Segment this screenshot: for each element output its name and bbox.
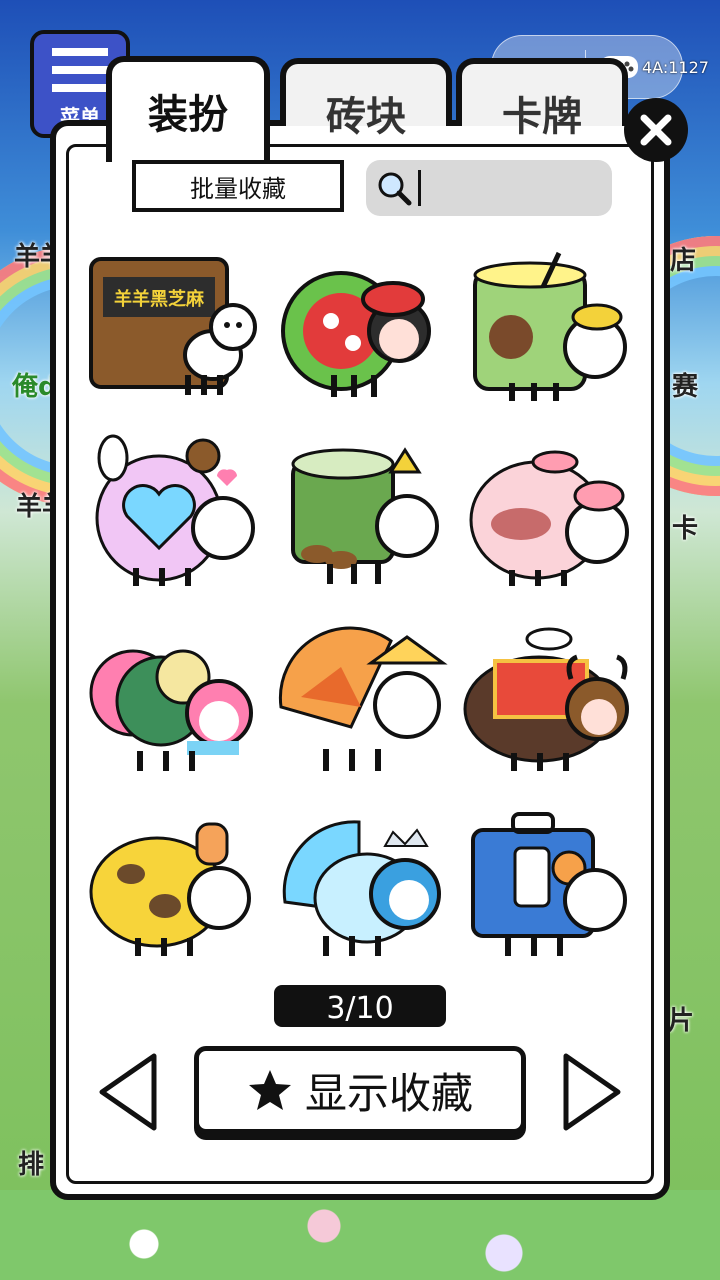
pig-bowl-sheep-image: [469, 450, 629, 586]
tab-label: 装扮: [148, 92, 228, 138]
skin-item[interactable]: [266, 606, 454, 791]
skin-item[interactable]: [78, 791, 266, 976]
doraemon-box-sheep-image: [471, 811, 627, 956]
session-id: 4A:1127: [642, 58, 709, 77]
lemon-tea-sheep-image: [473, 251, 627, 401]
skin-item[interactable]: [454, 421, 642, 606]
skin-grid: 羊羊黑芝麻: [78, 236, 642, 976]
bunny-heart-sheep-image: [95, 434, 255, 586]
batch-favorite-label: 批量收藏: [190, 174, 286, 203]
ice-princess-sheep-image: [282, 819, 441, 956]
search-icon: [378, 172, 412, 206]
show-favorites-button[interactable]: 显示收藏: [194, 1046, 526, 1134]
bg-label: 片: [668, 1006, 695, 1036]
skin-item[interactable]: [454, 791, 642, 976]
matcha-cup-sheep-image: [291, 446, 439, 584]
bg-label: 卡: [672, 514, 699, 544]
star-icon: [248, 1070, 291, 1110]
skin-item[interactable]: 羊羊黑芝麻: [78, 236, 266, 421]
bg-label: 赛: [672, 372, 699, 402]
tab-cards[interactable]: 卡牌: [456, 58, 628, 140]
sheep-crowd-decoration: [0, 1190, 720, 1280]
close-icon: [640, 114, 672, 146]
tab-label: 砖块: [326, 94, 406, 140]
package-text: 羊羊黑芝麻: [114, 288, 205, 310]
skin-item[interactable]: [266, 236, 454, 421]
skin-item[interactable]: [266, 791, 454, 976]
tab-label: 卡牌: [502, 94, 582, 140]
black-sesame-sheep-image: 羊羊黑芝麻: [89, 256, 257, 395]
tab-bricks[interactable]: 砖块: [280, 58, 452, 140]
flower-hat-sheep-image: [89, 649, 253, 771]
skin-item[interactable]: [454, 606, 642, 791]
red-flower-girl-sheep-image: [281, 270, 431, 397]
page-indicator: 3/10: [274, 985, 446, 1027]
batch-favorite-button[interactable]: 批量收藏: [132, 160, 344, 212]
giraffe-sheep-image: [89, 822, 251, 956]
bg-label: 排: [18, 1150, 45, 1180]
search-input[interactable]: [366, 160, 612, 216]
bg-label: 店: [670, 246, 697, 276]
show-favorites-label: 显示收藏: [304, 1068, 473, 1118]
tab-dress-up[interactable]: 装扮: [106, 56, 270, 162]
autumn-umbrella-sheep-image: [278, 626, 448, 771]
triangle-right-icon[interactable]: [562, 1052, 622, 1132]
tibetan-yak-sheep-image: [463, 627, 629, 771]
skin-item[interactable]: [78, 421, 266, 606]
menu-icon: [52, 48, 108, 96]
skin-item[interactable]: [266, 421, 454, 606]
triangle-left-icon[interactable]: [98, 1052, 158, 1132]
skin-item[interactable]: [78, 606, 266, 791]
close-button[interactable]: [624, 98, 688, 162]
skin-item[interactable]: [454, 236, 642, 421]
text-cursor: [418, 170, 421, 206]
